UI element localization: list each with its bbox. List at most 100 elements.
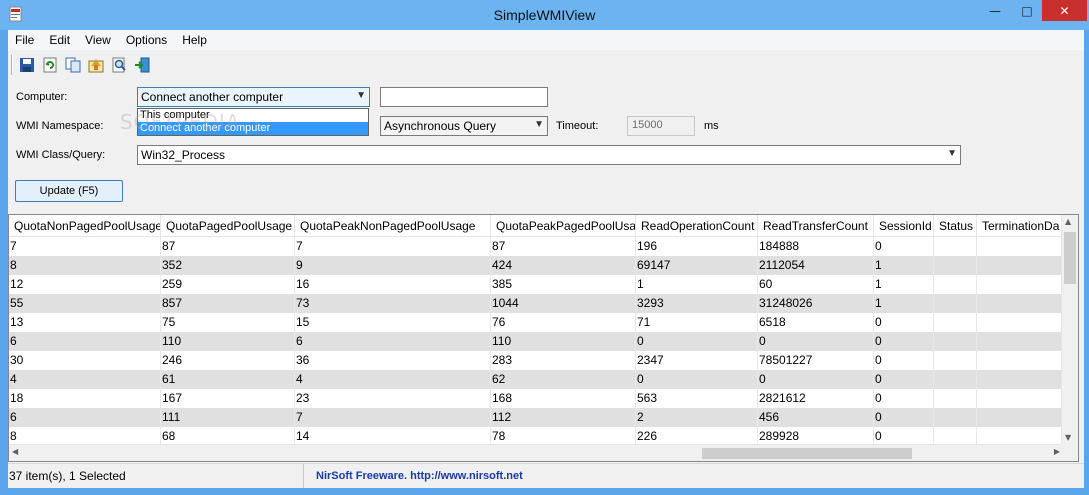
column-header[interactable]: TerminationDa	[977, 215, 1062, 237]
menu-options[interactable]: Options	[119, 33, 175, 47]
toolbar-separator	[11, 55, 13, 75]
column-header[interactable]: QuotaPagedPoolUsage	[161, 215, 295, 237]
table-cell: 352	[161, 256, 295, 275]
column-header[interactable]: ReadTransferCount	[758, 215, 874, 237]
table-cell: 7	[9, 237, 161, 256]
table-cell: 6	[9, 332, 161, 351]
scroll-thumb[interactable]	[702, 448, 912, 459]
table-row[interactable]: 6 110 6 110 0 0 0	[9, 332, 1062, 351]
table-cell: 13	[9, 313, 161, 332]
table-cell: 87	[161, 237, 295, 256]
vertical-scrollbar[interactable]: ▲ ▼	[1061, 215, 1078, 444]
table-cell	[977, 313, 1062, 332]
table-row[interactable]: 7 87 7 87 196 184888 0	[9, 237, 1062, 256]
table-cell	[977, 351, 1062, 370]
column-header[interactable]: SessionId	[874, 215, 934, 237]
table-cell: 78501227	[758, 351, 874, 370]
timeout-unit: ms	[704, 120, 719, 132]
column-header[interactable]: QuotaNonPagedPoolUsage	[9, 215, 161, 237]
table-cell: 16	[295, 275, 491, 294]
toolbar	[8, 51, 1084, 79]
table-cell: 3293	[636, 294, 758, 313]
table-cell	[934, 313, 977, 332]
table-cell: 62	[491, 370, 636, 389]
nirsoft-link[interactable]: NirSoft Freeware. http://www.nirsoft.net	[304, 470, 523, 482]
table-cell: 60	[758, 275, 874, 294]
table-cell	[934, 294, 977, 313]
scroll-up-icon[interactable]: ▲	[1065, 217, 1071, 226]
column-header[interactable]: QuotaPeakPagedPoolUsage	[491, 215, 636, 237]
timeout-input[interactable]: 15000	[627, 116, 695, 136]
table-cell	[934, 237, 977, 256]
table-cell: 1	[874, 275, 934, 294]
class-query-input[interactable]: Win32_Process ▼	[137, 145, 961, 165]
maximize-icon[interactable]: □	[1012, 0, 1042, 21]
computer-name-input[interactable]	[380, 87, 548, 107]
table-cell: 4	[295, 370, 491, 389]
menu-help[interactable]: Help	[175, 33, 215, 47]
save-icon[interactable]	[18, 56, 36, 74]
table-cell: 55	[9, 294, 161, 313]
table-cell: 0	[874, 313, 934, 332]
table-cell: 857	[161, 294, 295, 313]
title-bar[interactable]: SimpleWMIView — □ ✕	[0, 0, 1089, 30]
scroll-left-icon[interactable]: ◀	[12, 447, 18, 456]
close-icon[interactable]: ✕	[1042, 0, 1087, 21]
chevron-down-icon: ▼	[356, 90, 366, 101]
table-cell: 7	[295, 408, 491, 427]
computer-select-value: Connect another computer	[141, 90, 284, 104]
menu-file[interactable]: File	[8, 33, 42, 47]
table-cell: 184888	[758, 237, 874, 256]
table-cell: 283	[491, 351, 636, 370]
table-cell: 69147	[636, 256, 758, 275]
app-window: SimpleWMIView — □ ✕ File Edit View Optio…	[0, 0, 1089, 495]
scroll-right-icon[interactable]: ▶	[1054, 447, 1060, 456]
table-cell	[934, 351, 977, 370]
update-button[interactable]: Update (F5)	[15, 180, 123, 202]
minimize-icon[interactable]: —	[980, 0, 1010, 21]
table-cell	[977, 294, 1062, 313]
exit-icon[interactable]	[133, 56, 151, 74]
grid-header: QuotaNonPagedPoolUsage QuotaPagedPoolUsa…	[9, 215, 1062, 237]
properties-icon[interactable]	[87, 56, 105, 74]
horizontal-scrollbar[interactable]: ◀ ▶	[9, 444, 1063, 461]
table-row[interactable]: 55 857 73 1044 3293 31248026 1	[9, 294, 1062, 313]
table-cell: 7	[295, 237, 491, 256]
refresh-icon[interactable]	[41, 56, 59, 74]
find-icon[interactable]	[110, 56, 128, 74]
table-cell: 1	[874, 256, 934, 275]
table-row[interactable]: 13 75 15 76 71 6518 0	[9, 313, 1062, 332]
table-cell: 0	[874, 370, 934, 389]
table-cell	[977, 275, 1062, 294]
table-cell: 1	[874, 294, 934, 313]
column-header[interactable]: QuotaPeakNonPagedPoolUsage	[295, 215, 491, 237]
column-header[interactable]: Status	[934, 215, 977, 237]
table-cell: 18	[9, 389, 161, 408]
scroll-down-icon[interactable]: ▼	[1065, 433, 1071, 442]
table-cell: 23	[295, 389, 491, 408]
table-cell: 71	[636, 313, 758, 332]
table-row[interactable]: 4 61 4 62 0 0 0	[9, 370, 1062, 389]
class-query-value: Win32_Process	[141, 148, 226, 162]
table-cell: 31248026	[758, 294, 874, 313]
table-cell	[977, 332, 1062, 351]
table-cell: 15	[295, 313, 491, 332]
table-row[interactable]: 18 167 23 168 563 2821612 0	[9, 389, 1062, 408]
table-row[interactable]: 8 352 9 424 69147 2112054 1	[9, 256, 1062, 275]
scroll-thumb[interactable]	[1064, 232, 1076, 284]
menu-edit[interactable]: Edit	[42, 33, 78, 47]
table-row[interactable]: 12 259 16 385 1 60 1	[9, 275, 1062, 294]
table-cell: 112	[491, 408, 636, 427]
table-row[interactable]: 30 246 36 283 2347 78501227 0	[9, 351, 1062, 370]
query-mode-select[interactable]: Asynchronous Query ▼	[380, 116, 548, 136]
table-cell: 73	[295, 294, 491, 313]
table-cell: 0	[636, 332, 758, 351]
table-row[interactable]: 6 111 7 112 2 456 0	[9, 408, 1062, 427]
column-header[interactable]: ReadOperationCount	[636, 215, 758, 237]
copy-icon[interactable]	[64, 56, 82, 74]
table-cell: 246	[161, 351, 295, 370]
table-cell: 0	[874, 351, 934, 370]
computer-select[interactable]: Connect another computer ▼	[137, 87, 370, 107]
table-cell: 0	[758, 370, 874, 389]
menu-view[interactable]: View	[78, 33, 119, 47]
